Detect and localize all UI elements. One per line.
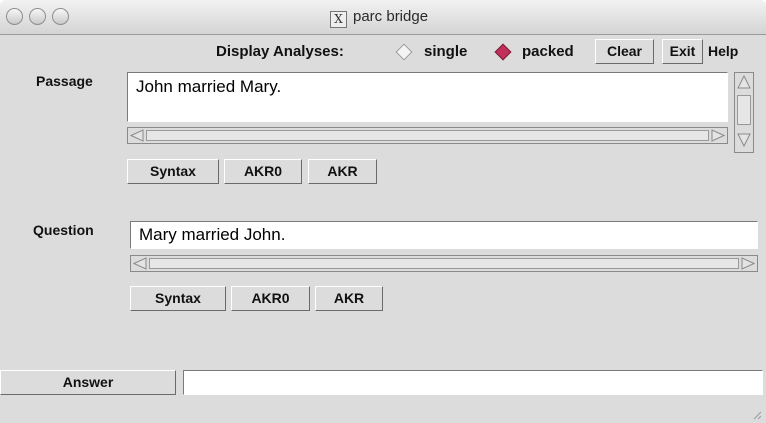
passage-akr0-button[interactable]: AKR0 [224, 159, 302, 184]
question-akr-button[interactable]: AKR [315, 286, 383, 311]
question-horizontal-thumb[interactable] [149, 258, 739, 269]
minimize-window-button[interactable] [29, 8, 46, 25]
single-option-label[interactable]: single [424, 43, 467, 60]
resize-grip-icon[interactable] [752, 410, 762, 420]
question-horizontal-scrollbar[interactable] [130, 255, 758, 272]
display-analyses-label: Display Analyses: [216, 43, 344, 60]
scroll-up-arrow-icon[interactable] [737, 75, 751, 89]
packed-option-label[interactable]: packed [522, 43, 574, 60]
app-window: Xparc bridge Display Analyses: single pa… [0, 0, 766, 423]
question-syntax-button[interactable]: Syntax [130, 286, 226, 311]
passage-horizontal-scrollbar[interactable] [127, 127, 728, 144]
scroll-left-arrow-icon[interactable] [130, 129, 144, 142]
close-window-button[interactable] [6, 8, 23, 25]
single-radio-icon[interactable] [395, 43, 413, 61]
scroll-right-arrow-icon[interactable] [741, 257, 755, 270]
question-akr0-button[interactable]: AKR0 [231, 286, 310, 311]
passage-akr-button[interactable]: AKR [308, 159, 377, 184]
title-bar: Xparc bridge [0, 0, 766, 35]
question-input[interactable]: Mary married John. [130, 221, 758, 249]
answer-button[interactable]: Answer [0, 370, 176, 395]
window-title-area: Xparc bridge [330, 8, 428, 28]
help-menu[interactable]: Help [708, 43, 738, 59]
passage-label: Passage [36, 73, 93, 89]
scroll-down-arrow-icon[interactable] [737, 133, 751, 147]
passage-vertical-thumb[interactable] [737, 95, 751, 125]
x11-icon: X [330, 11, 347, 28]
passage-horizontal-thumb[interactable] [146, 130, 709, 141]
clear-button[interactable]: Clear [595, 39, 654, 64]
passage-text-area[interactable]: John married Mary. [127, 72, 728, 122]
scroll-right-arrow-icon[interactable] [711, 129, 725, 142]
scroll-left-arrow-icon[interactable] [133, 257, 147, 270]
packed-radio-icon[interactable] [494, 43, 512, 61]
passage-vertical-scrollbar[interactable] [734, 72, 754, 153]
zoom-window-button[interactable] [52, 8, 69, 25]
window-title: parc bridge [353, 8, 429, 25]
exit-button[interactable]: Exit [662, 39, 703, 64]
question-label: Question [33, 222, 94, 238]
answer-output-field[interactable] [183, 370, 763, 395]
passage-syntax-button[interactable]: Syntax [127, 159, 219, 184]
